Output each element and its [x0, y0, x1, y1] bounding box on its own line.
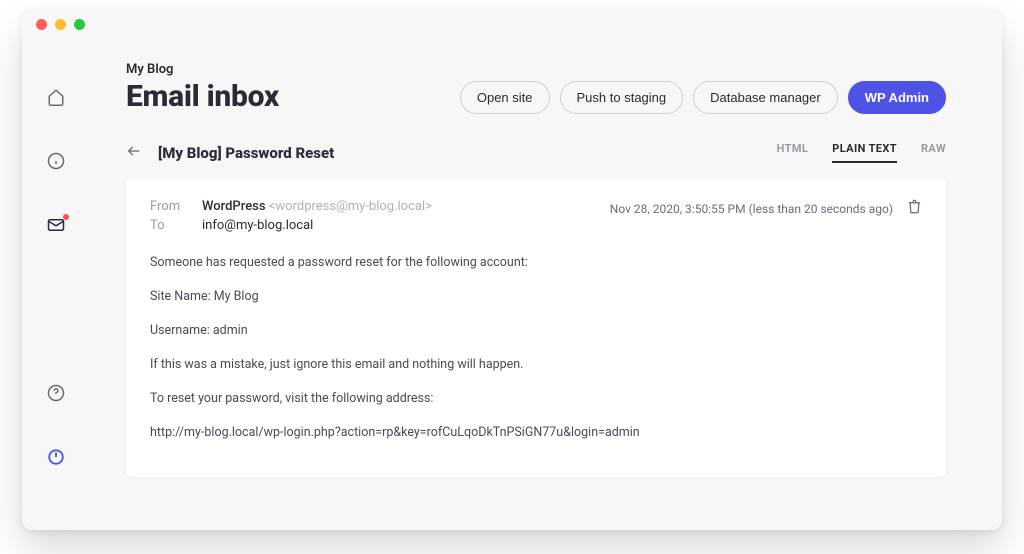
- tab-raw[interactable]: RAW: [921, 142, 946, 163]
- app-body: My Blog Email inbox Open site Push to st…: [22, 38, 1002, 530]
- body-line: To reset your password, visit the follow…: [150, 389, 922, 409]
- sidebar-item-help[interactable]: [47, 384, 65, 406]
- main-content: My Blog Email inbox Open site Push to st…: [90, 38, 1002, 530]
- arrow-left-icon: [126, 143, 142, 159]
- close-window-icon[interactable]: [36, 19, 47, 30]
- power-icon: [47, 448, 65, 466]
- title-block: My Blog Email inbox: [126, 62, 279, 114]
- sidebar-item-mail[interactable]: [47, 216, 65, 238]
- to-label: To: [150, 218, 194, 233]
- push-staging-button[interactable]: Push to staging: [560, 81, 684, 114]
- email-meta: From WordPress <wordpress@my-blog.local>…: [150, 199, 922, 233]
- minimize-window-icon[interactable]: [55, 19, 66, 30]
- from-value: WordPress <wordpress@my-blog.local>: [202, 199, 432, 214]
- page-title: Email inbox: [126, 79, 279, 114]
- body-line: http://my-blog.local/wp-login.php?action…: [150, 423, 922, 443]
- body-line: Someone has requested a password reset f…: [150, 253, 922, 273]
- trash-icon: [907, 199, 922, 214]
- email-meta-left: From WordPress <wordpress@my-blog.local>…: [150, 199, 432, 233]
- from-email: <wordpress@my-blog.local>: [269, 199, 432, 214]
- delete-button[interactable]: [907, 199, 922, 218]
- maximize-window-icon[interactable]: [74, 19, 85, 30]
- app-window: My Blog Email inbox Open site Push to st…: [22, 10, 1002, 530]
- open-site-button[interactable]: Open site: [460, 81, 550, 114]
- body-line: Site Name: My Blog: [150, 287, 922, 307]
- database-manager-button[interactable]: Database manager: [693, 81, 838, 114]
- email-body: Someone has requested a password reset f…: [150, 253, 922, 443]
- unread-badge: [63, 214, 69, 220]
- body-line: If this was a mistake, just ignore this …: [150, 355, 922, 375]
- view-tabs: HTML PLAIN TEXT RAW: [777, 142, 946, 163]
- email-meta-right: Nov 28, 2020, 3:50:55 PM (less than 20 s…: [610, 199, 922, 218]
- from-label: From: [150, 199, 194, 214]
- email-card: From WordPress <wordpress@my-blog.local>…: [126, 179, 946, 477]
- titlebar: [22, 10, 1002, 38]
- from-name: WordPress: [202, 199, 266, 214]
- mail-icon: [47, 216, 65, 234]
- sidebar: [22, 38, 90, 530]
- to-value: info@my-blog.local: [202, 218, 432, 233]
- sidebar-item-info[interactable]: [47, 152, 65, 174]
- tab-html[interactable]: HTML: [777, 142, 809, 163]
- tab-plain-text[interactable]: PLAIN TEXT: [832, 142, 897, 163]
- email-subject: [My Blog] Password Reset: [158, 144, 334, 162]
- info-icon: [47, 152, 65, 170]
- email-timestamp: Nov 28, 2020, 3:50:55 PM (less than 20 s…: [610, 202, 893, 216]
- back-button[interactable]: [126, 143, 142, 163]
- message-header: [My Blog] Password Reset HTML PLAIN TEXT…: [126, 142, 946, 163]
- wp-admin-button[interactable]: WP Admin: [848, 81, 946, 114]
- sidebar-item-home[interactable]: [47, 88, 65, 110]
- site-name: My Blog: [126, 62, 279, 77]
- message-title-row: [My Blog] Password Reset: [126, 143, 334, 163]
- page-header: My Blog Email inbox Open site Push to st…: [126, 62, 946, 114]
- sidebar-item-power[interactable]: [47, 448, 65, 470]
- help-icon: [47, 384, 65, 402]
- home-icon: [47, 88, 65, 106]
- body-line: Username: admin: [150, 321, 922, 341]
- header-actions: Open site Push to staging Database manag…: [460, 81, 946, 114]
